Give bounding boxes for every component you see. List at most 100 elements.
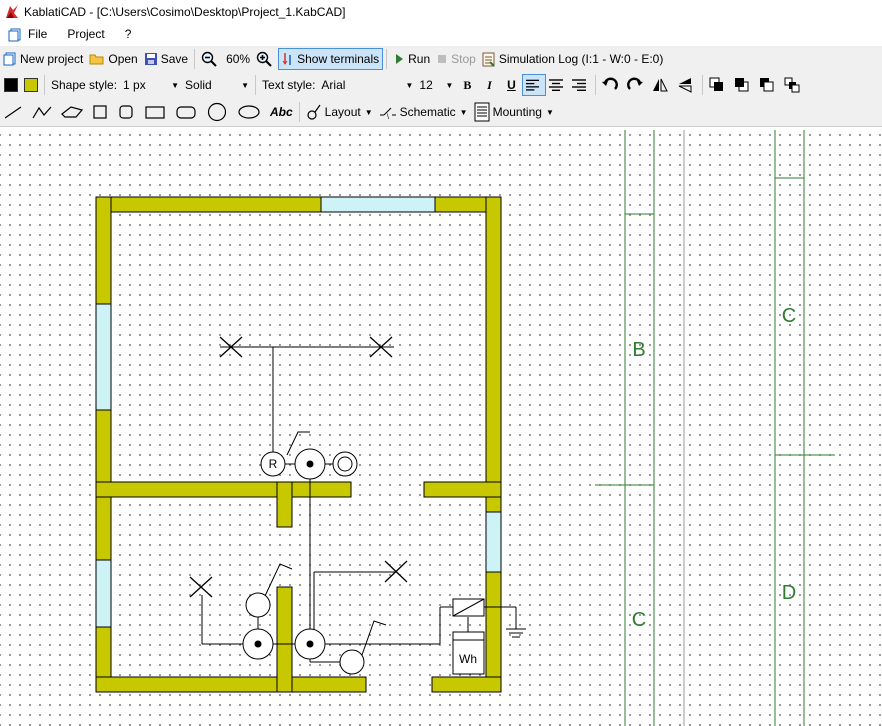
junction-box-lower-left	[242, 628, 274, 660]
zone-lines	[595, 130, 835, 726]
windows	[95, 196, 502, 628]
wall-bottom-left	[95, 676, 367, 693]
send-to-back-button[interactable]	[781, 74, 806, 96]
open-button[interactable]: Open	[86, 48, 140, 70]
mounting-menu-button[interactable]: Mounting ▼	[471, 101, 557, 123]
align-center-icon	[549, 79, 564, 91]
italic-label: I	[487, 77, 492, 92]
window-title: KablatiCAD - [C:\Users\Cosimo\Desktop\Pr…	[24, 5, 346, 19]
toolbar-separator	[194, 49, 196, 69]
line-tool-button[interactable]	[0, 101, 29, 123]
floor-plan: R Wh B C C D	[95, 130, 835, 726]
bold-button[interactable]: B	[456, 74, 478, 96]
show-terminals-toggle[interactable]: Show terminals	[278, 48, 384, 70]
menu-help[interactable]: ?	[115, 24, 142, 45]
chevron-down-icon: ▼	[545, 107, 554, 117]
ellipse-tool-icon	[238, 105, 260, 119]
menu-file[interactable]: File	[18, 24, 57, 45]
line-style-select[interactable]: Solid ▼	[182, 75, 253, 95]
simulation-log-button[interactable]: Simulation Log (I:1 - W:0 - E:0)	[479, 48, 667, 70]
align-center-button[interactable]	[546, 74, 569, 96]
rectangle-tool-button[interactable]	[141, 101, 172, 123]
rounded-rectangle-tool-button[interactable]	[172, 101, 203, 123]
flip-horizontal-button[interactable]	[649, 74, 674, 96]
italic-button[interactable]: I	[478, 74, 500, 96]
shape-style-label: Shape style:	[51, 78, 118, 92]
zoom-out-button[interactable]	[198, 48, 223, 70]
text-tool-label: Abc	[270, 105, 293, 119]
main-toolbar: New project Open Save 60% Show terminals…	[0, 46, 882, 72]
drawing-canvas[interactable]: R Wh B C C D	[0, 127, 882, 726]
junction-box-upper	[286, 431, 326, 480]
resistor-symbol: R	[260, 451, 286, 477]
new-project-label: New project	[20, 52, 84, 66]
flip-vertical-button[interactable]	[674, 74, 699, 96]
rounded-square-tool-button[interactable]	[114, 101, 141, 123]
ellipse-tool-button[interactable]	[234, 101, 267, 123]
zone-labels: B C C D	[632, 305, 796, 631]
run-button[interactable]: Run	[390, 48, 433, 70]
send-backward-button[interactable]	[756, 74, 781, 96]
wall-top	[95, 196, 502, 213]
bring-forward-icon	[735, 78, 749, 92]
line-width-select[interactable]: 1 px ▼	[120, 75, 183, 95]
floppy-disk-icon	[144, 53, 157, 65]
wall-right	[485, 196, 502, 693]
zoom-in-button[interactable]	[253, 48, 278, 70]
layout-label: Layout	[324, 105, 361, 119]
save-button[interactable]: Save	[141, 48, 191, 70]
polygon-tool-button[interactable]	[58, 101, 89, 123]
zone-label-c-upper: C	[782, 305, 796, 327]
terminals-icon	[282, 53, 291, 65]
square-tool-button[interactable]	[89, 101, 114, 123]
layout-menu-button[interactable]: Layout ▼	[303, 101, 376, 123]
window-left-lower	[95, 559, 112, 628]
align-left-button[interactable]	[522, 74, 547, 96]
rotate-left-icon	[602, 77, 619, 90]
stroke-color-swatch[interactable]	[4, 78, 18, 92]
rotate-right-button[interactable]	[624, 74, 649, 96]
font-size-select[interactable]: 12 ▼	[416, 75, 457, 95]
schematic-menu-button[interactable]: \ Schematic ▼	[376, 101, 471, 123]
fill-color-swatch[interactable]	[24, 78, 38, 92]
drawing-toolbar: Abc Layout ▼ \ Schematic ▼ Mounting ▼	[0, 98, 882, 127]
bring-forward-button[interactable]	[731, 74, 756, 96]
simulation-log-label: Simulation Log (I:1 - W:0 - E:0)	[498, 52, 664, 66]
flip-horizontal-icon	[653, 78, 669, 92]
panel-icon	[474, 102, 490, 122]
square-tool-icon	[93, 105, 107, 119]
title-bar: KablatiCAD - [C:\Users\Cosimo\Desktop\Pr…	[0, 0, 882, 24]
polyline-tool-button[interactable]	[29, 101, 58, 123]
rotate-right-icon	[627, 77, 644, 90]
wall-bottom-right	[431, 676, 502, 693]
bring-to-front-button[interactable]	[706, 74, 731, 96]
new-project-button[interactable]: New project	[0, 48, 86, 70]
rounded-rectangle-tool-icon	[176, 106, 196, 119]
stop-label: Stop	[451, 52, 476, 66]
socket-symbol	[332, 451, 358, 477]
zoom-out-icon	[201, 51, 217, 67]
polygon-tool-icon	[61, 106, 83, 118]
align-right-icon	[572, 79, 587, 91]
toolbar-separator	[595, 75, 597, 95]
wall-middle-right	[423, 481, 502, 498]
text-tool-button[interactable]: Abc	[267, 101, 296, 123]
send-backward-icon	[760, 78, 774, 92]
run-label: Run	[408, 52, 431, 66]
align-right-button[interactable]	[569, 74, 592, 96]
chevron-down-icon: ▼	[241, 80, 250, 90]
menu-project[interactable]: Project	[57, 24, 114, 45]
chevron-down-icon: ▼	[405, 80, 414, 90]
window-right	[485, 511, 502, 573]
align-left-icon	[526, 79, 540, 91]
stop-button[interactable]: Stop	[433, 48, 479, 70]
rotate-left-button[interactable]	[599, 74, 624, 96]
app-logo-icon	[6, 5, 18, 18]
font-select[interactable]: Arial ▼	[318, 75, 417, 95]
circle-tool-button[interactable]	[203, 101, 234, 123]
wall-stub-lower	[276, 586, 293, 693]
breaker-symbol	[452, 598, 485, 617]
underline-button[interactable]: U	[500, 74, 522, 96]
underline-label: U	[507, 78, 516, 92]
wall-middle-left	[95, 481, 352, 498]
